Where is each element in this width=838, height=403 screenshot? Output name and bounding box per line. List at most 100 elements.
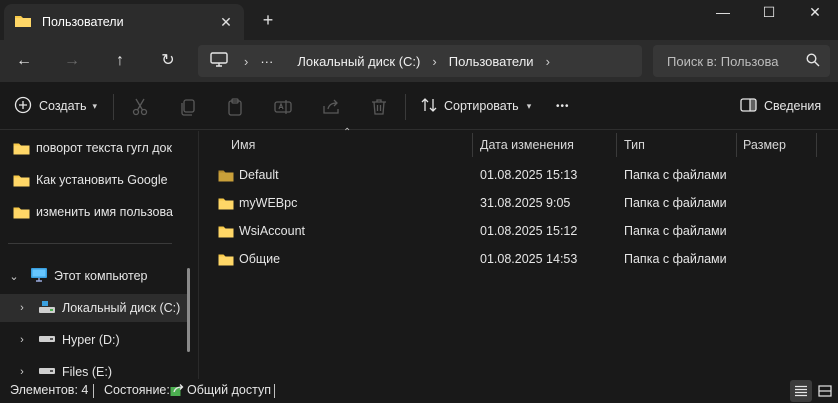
copy-icon[interactable]: [178, 97, 198, 117]
sidebar-item-drive-c[interactable]: › Локальный диск (C:): [0, 294, 190, 322]
sidebar-item-this-pc[interactable]: ⌄ Этот компьютер: [0, 262, 190, 290]
file-type: Папка с файлами: [624, 224, 727, 238]
chevron-down-icon[interactable]: ⌄: [8, 270, 20, 283]
table-row[interactable]: Общие 01.08.2025 14:53 Папка с файлами: [200, 245, 838, 273]
system-drive-icon: [38, 300, 56, 317]
folder-icon: [218, 169, 234, 182]
close-tab-icon[interactable]: ✕: [218, 14, 234, 30]
file-type: Папка с файлами: [624, 252, 727, 266]
forward-button[interactable]: →: [58, 48, 86, 74]
column-divider[interactable]: [472, 133, 473, 157]
rename-icon[interactable]: [273, 97, 293, 117]
title-bar: Пользователи ✕ + — ☐ ✕: [0, 0, 838, 40]
sidebar-scrollbar[interactable]: [187, 268, 190, 352]
close-window-button[interactable]: ✕: [792, 0, 838, 24]
breadcrumb-separator[interactable]: ›: [546, 54, 550, 69]
breadcrumb-more[interactable]: ···: [260, 54, 273, 69]
divider: [405, 94, 406, 120]
sort-button[interactable]: Сортировать ▾: [421, 94, 531, 118]
file-list: ⌃ Имя Дата изменения Тип Размер Default …: [200, 127, 838, 379]
chevron-down-icon: ▾: [526, 100, 532, 111]
file-name: myWEBpc: [239, 196, 298, 210]
sidebar-item-label: изменить имя пользова: [36, 205, 173, 219]
create-label: Создать: [39, 99, 87, 113]
breadcrumb-separator[interactable]: ›: [244, 54, 248, 69]
sidebar-item-label: Как установить Google: [36, 173, 168, 187]
details-view-button[interactable]: [790, 380, 812, 402]
maximize-button[interactable]: ☐: [746, 0, 792, 24]
breadcrumb-separator[interactable]: ›: [432, 54, 436, 69]
sidebar-item-quick-1[interactable]: поворот текста гугл док: [0, 134, 190, 162]
new-tab-button[interactable]: +: [258, 10, 278, 30]
divider: [113, 94, 114, 120]
file-name-cell: WsiAccount: [218, 217, 305, 245]
sidebar-item-quick-2[interactable]: Как установить Google: [0, 166, 190, 194]
plus-circle-icon: [14, 96, 32, 117]
drive-icon: [38, 333, 56, 347]
folder-icon: [218, 253, 234, 266]
file-modified: 01.08.2025 15:13: [480, 168, 578, 182]
navigation-pane: поворот текста гугл док Как установить G…: [0, 131, 199, 379]
chevron-right-icon[interactable]: ›: [16, 366, 28, 378]
computer-icon[interactable]: [210, 51, 228, 71]
status-bar: Элементов: 4 Состояние: Общий доступ: [0, 379, 838, 403]
create-button[interactable]: Создать ▾: [14, 94, 97, 118]
address-bar[interactable]: › ··· Локальный диск (C:) › Пользователи…: [198, 45, 642, 77]
tab-users[interactable]: Пользователи ✕: [4, 4, 244, 40]
drive-icon: [38, 365, 56, 379]
refresh-button[interactable]: ↻: [154, 48, 182, 74]
sidebar-item-drive-e[interactable]: › Files (E:): [0, 358, 190, 379]
breadcrumb-drive-c[interactable]: Локальный диск (C:): [297, 54, 420, 69]
sidebar-item-label: Локальный диск (C:): [62, 301, 181, 315]
back-button[interactable]: ←: [10, 48, 38, 74]
column-header-type[interactable]: Тип: [624, 131, 645, 159]
table-row[interactable]: myWEBpc 31.08.2025 9:05 Папка с файлами: [200, 189, 838, 217]
details-button[interactable]: Сведения: [740, 94, 821, 118]
column-divider[interactable]: [736, 133, 737, 157]
column-header-modified[interactable]: Дата изменения: [480, 131, 574, 159]
state-label: Состояние:: [104, 383, 170, 397]
column-divider[interactable]: [816, 133, 817, 157]
navigation-bar: ← → ↑ ↻ › ··· Локальный диск (C:) › Поль…: [0, 40, 838, 82]
sidebar-item-label: Hyper (D:): [62, 333, 120, 347]
command-bar: Создать ▾ Сортировать ▾ ••• Сведения: [0, 82, 838, 130]
details-label: Сведения: [764, 99, 822, 113]
sidebar-item-drive-d[interactable]: › Hyper (D:): [0, 326, 190, 354]
item-count: Элементов: 4: [10, 383, 89, 397]
sidebar-item-label: Files (E:): [62, 365, 112, 379]
sidebar-item-label: Этот компьютер: [54, 269, 148, 283]
cut-icon[interactable]: [130, 97, 150, 117]
search-input[interactable]: Поиск в: Пользова: [667, 54, 787, 69]
tiles-view-button[interactable]: [814, 380, 836, 402]
delete-icon[interactable]: [369, 97, 389, 117]
column-divider[interactable]: [616, 133, 617, 157]
chevron-right-icon[interactable]: ›: [16, 334, 28, 346]
more-options-button[interactable]: •••: [556, 94, 570, 118]
search-icon[interactable]: [806, 53, 820, 70]
folder-icon: [0, 142, 30, 155]
minimize-button[interactable]: —: [700, 0, 746, 24]
chevron-right-icon[interactable]: ›: [16, 302, 28, 314]
file-modified: 01.08.2025 14:53: [480, 252, 578, 266]
paste-icon[interactable]: [225, 97, 245, 117]
share-state-value: Общий доступ: [187, 383, 271, 397]
share-icon[interactable]: [321, 97, 341, 117]
file-name-cell: myWEBpc: [218, 189, 297, 217]
sort-icon: [421, 97, 437, 116]
search-box[interactable]: Поиск в: Пользова: [653, 45, 830, 77]
table-row[interactable]: Default 01.08.2025 15:13 Папка с файлами: [200, 161, 838, 189]
folder-icon: [0, 174, 30, 187]
folder-icon: [218, 225, 234, 238]
table-row[interactable]: WsiAccount 01.08.2025 15:12 Папка с файл…: [200, 217, 838, 245]
column-header-size[interactable]: Размер: [743, 131, 786, 159]
file-modified: 31.08.2025 9:05: [480, 196, 571, 210]
details-pane-icon: [740, 97, 757, 115]
folder-icon: [14, 14, 32, 31]
up-button[interactable]: ↑: [106, 48, 134, 74]
breadcrumb-users[interactable]: Пользователи: [449, 54, 534, 69]
sidebar-divider: [8, 243, 172, 244]
column-header-name[interactable]: Имя: [231, 131, 255, 159]
file-modified: 01.08.2025 15:12: [480, 224, 578, 238]
sidebar-item-quick-3[interactable]: изменить имя пользова: [0, 198, 190, 226]
tab-title: Пользователи: [42, 15, 124, 29]
